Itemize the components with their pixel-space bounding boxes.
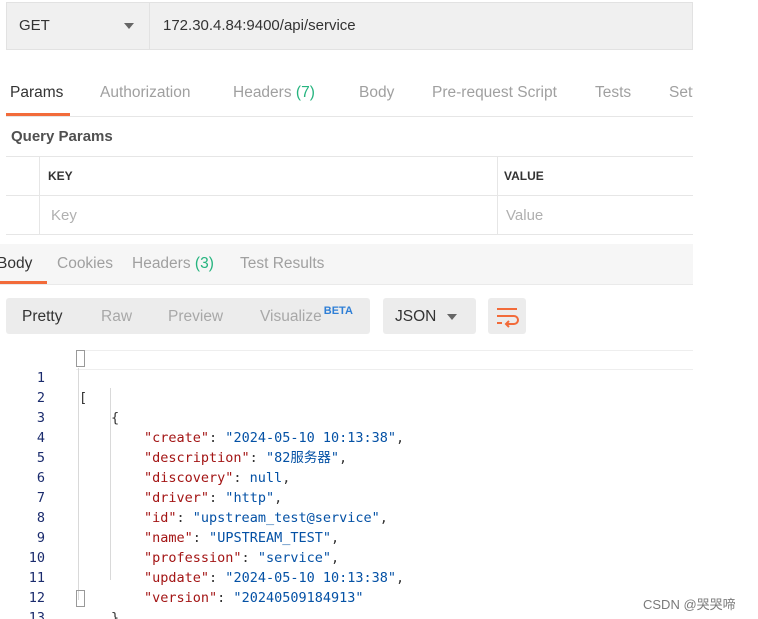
query-params-title: Query Params bbox=[11, 128, 113, 145]
code-line: 7 "id": "upstream_test@service", bbox=[0, 468, 693, 526]
column-divider bbox=[497, 157, 498, 234]
tab-cookies[interactable]: Cookies bbox=[57, 255, 113, 273]
column-divider bbox=[39, 157, 40, 234]
tab-authorization[interactable]: Authorization bbox=[100, 84, 190, 102]
preview-button[interactable]: Preview bbox=[168, 308, 223, 326]
pretty-button[interactable]: Pretty bbox=[22, 308, 62, 326]
code-line: 6 "driver": "http", bbox=[0, 448, 693, 506]
bracket-match-highlight bbox=[76, 590, 85, 607]
key-column-header: KEY bbox=[48, 169, 73, 183]
tab-settings[interactable]: Sett bbox=[669, 84, 693, 102]
url-input[interactable]: 172.30.4.84:9400/api/service bbox=[163, 17, 356, 34]
chevron-down-icon bbox=[447, 314, 457, 320]
headers-count-badge: (7) bbox=[295, 84, 315, 101]
bracket-match-highlight bbox=[76, 350, 85, 367]
tab-response-headers-label: Headers bbox=[132, 255, 191, 272]
code-line: 10 "update": "2024-05-10 10:13:38", bbox=[0, 528, 693, 586]
postman-app: GET 172.30.4.84:9400/api/service Params … bbox=[0, 0, 693, 619]
tab-params[interactable]: Params bbox=[10, 84, 63, 102]
response-body-viewer[interactable]: 1 [ 2 { 3 "create": "2024-05-10 10:13:38… bbox=[0, 348, 693, 619]
table-header-row: KEY VALUE bbox=[6, 157, 693, 196]
method-label: GET bbox=[19, 17, 50, 34]
format-select[interactable]: JSON bbox=[383, 298, 476, 334]
tab-response-headers[interactable]: Headers (3) bbox=[132, 255, 214, 273]
close-brace: } bbox=[111, 610, 120, 619]
visualize-label: Visualize bbox=[260, 308, 322, 325]
value-input[interactable]: Value bbox=[506, 207, 543, 224]
code-line: 11 "version": "20240509184913" bbox=[0, 548, 693, 606]
watermark: CSDN @哭哭啼 bbox=[643, 597, 736, 612]
wrap-lines-icon bbox=[497, 308, 519, 328]
code-line: 12 } bbox=[0, 568, 693, 619]
active-tab-indicator bbox=[0, 281, 47, 284]
key-input[interactable]: Key bbox=[51, 207, 77, 224]
code-line: 2 { bbox=[0, 368, 693, 426]
code-line: 4 "description": "82服务器", bbox=[0, 408, 693, 466]
tab-tests[interactable]: Tests bbox=[595, 84, 631, 102]
active-tab-indicator bbox=[6, 113, 70, 116]
beta-badge: BETA bbox=[323, 305, 353, 317]
tab-headers-label: Headers bbox=[233, 84, 292, 101]
method-select[interactable]: GET bbox=[7, 3, 150, 49]
request-tabs: Params Authorization Headers (7) Body Pr… bbox=[6, 74, 693, 117]
tab-headers[interactable]: Headers (7) bbox=[233, 84, 315, 102]
code-line: 8 "name": "UPSTREAM_TEST", bbox=[0, 488, 693, 546]
wrap-lines-button[interactable] bbox=[488, 298, 526, 334]
table-row: Key Value bbox=[6, 196, 693, 235]
query-params-table: KEY VALUE Key Value bbox=[6, 156, 693, 235]
line-number: 13 bbox=[28, 610, 45, 619]
code-line: 1 [ bbox=[0, 348, 693, 406]
view-mode-control: Pretty Raw Preview Visualize BETA bbox=[6, 298, 370, 334]
response-headers-count-badge: (3) bbox=[194, 255, 214, 272]
tab-test-results[interactable]: Test Results bbox=[240, 255, 324, 273]
raw-button[interactable]: Raw bbox=[101, 308, 132, 326]
response-tabs: Body Cookies Headers (3) Test Results bbox=[0, 244, 693, 285]
value-column-header: VALUE bbox=[504, 169, 544, 183]
tab-prerequest-script[interactable]: Pre-request Script bbox=[432, 84, 557, 102]
code-line: 13 ] bbox=[0, 588, 693, 619]
code-line: 9 "profession": "service", bbox=[0, 508, 693, 566]
code-line: 5 "discovery": null, bbox=[0, 428, 693, 486]
tab-response-body[interactable]: Body bbox=[0, 255, 32, 273]
tab-body[interactable]: Body bbox=[359, 84, 394, 102]
code-line: 3 "create": "2024-05-10 10:13:38", bbox=[0, 388, 693, 446]
chevron-down-icon bbox=[124, 23, 134, 29]
visualize-button[interactable]: Visualize BETA bbox=[260, 305, 353, 326]
format-label: JSON bbox=[395, 308, 437, 325]
request-bar: GET 172.30.4.84:9400/api/service bbox=[6, 2, 693, 50]
